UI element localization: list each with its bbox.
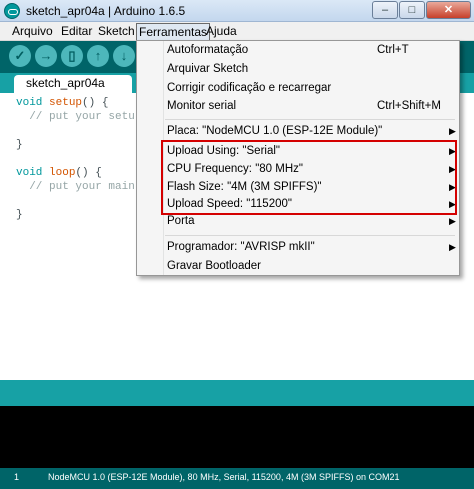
minimize-button[interactable]: – [372, 1, 398, 19]
arduino-logo-icon [4, 3, 20, 19]
status-line-number: 1 [14, 472, 20, 482]
title-bar: sketch_apr04a | Arduino 1.6.5 – □ ✕ [0, 0, 474, 22]
save-button[interactable]: ↓ [113, 45, 135, 67]
menu-separator [165, 235, 455, 236]
menu-item-archive-sketch[interactable]: Arquivar Sketch [167, 61, 457, 78]
tab-sketch[interactable]: sketch_apr04a [14, 75, 132, 93]
menu-item-burn-bootloader[interactable]: Gravar Bootloader [167, 258, 457, 275]
shortcut-label: Ctrl+T [377, 44, 409, 56]
shortcut-label: Ctrl+Shift+M [377, 100, 441, 112]
submenu-arrow-icon: ▶ [449, 126, 456, 136]
red-highlight-box [161, 140, 457, 215]
menu-item-board[interactable]: Placa: "NodeMCU 1.0 (ESP-12E Module)" ▶ [167, 123, 457, 140]
menu-ferramentas[interactable]: Ferramentas [136, 23, 211, 41]
menu-ajuda[interactable]: Ajuda [204, 24, 239, 40]
menu-arquivo[interactable]: Arquivo [10, 24, 55, 40]
tools-menu-dropdown: Autoformatação Ctrl+T Arquivar Sketch Co… [136, 40, 460, 276]
menu-item-programmer[interactable]: Programador: "AVRISP mkII" ▶ [167, 239, 457, 256]
menu-separator [165, 119, 455, 120]
code-line: } [16, 139, 23, 151]
window-title: sketch_apr04a | Arduino 1.6.5 [26, 4, 186, 18]
open-button[interactable]: ↑ [87, 45, 109, 67]
code-line: } [16, 209, 23, 221]
submenu-arrow-icon: ▶ [449, 242, 456, 252]
status-bar: 1 NodeMCU 1.0 (ESP-12E Module), 80 MHz, … [0, 468, 474, 489]
close-button[interactable]: ✕ [426, 1, 471, 19]
status-board-info: NodeMCU 1.0 (ESP-12E Module), 80 MHz, Se… [48, 472, 400, 482]
menu-item-autoformat[interactable]: Autoformatação Ctrl+T [167, 42, 457, 59]
code-line: // put your setu [16, 111, 135, 123]
upload-button[interactable]: → [35, 45, 57, 67]
code-line: void setup() { [16, 97, 109, 109]
verify-button[interactable]: ✓ [9, 45, 31, 67]
new-button[interactable]: ▯ [61, 45, 83, 67]
console-output [0, 406, 474, 468]
menu-item-fix-encoding[interactable]: Corrigir codificação e recarregar [167, 80, 457, 97]
menu-item-serial-monitor[interactable]: Monitor serial Ctrl+Shift+M [167, 98, 457, 115]
menu-editar[interactable]: Editar [59, 24, 94, 40]
code-line: // put your main [16, 181, 135, 193]
submenu-arrow-icon: ▶ [449, 216, 456, 226]
menu-sketch[interactable]: Sketch [96, 24, 137, 40]
menu-item-port[interactable]: Porta ▶ [167, 213, 457, 230]
maximize-button[interactable]: □ [399, 1, 425, 19]
menu-bar: Arquivo Editar Sketch Ferramentas Ajuda [0, 22, 474, 41]
console-divider[interactable] [0, 380, 474, 406]
code-line: void loop() { [16, 167, 102, 179]
